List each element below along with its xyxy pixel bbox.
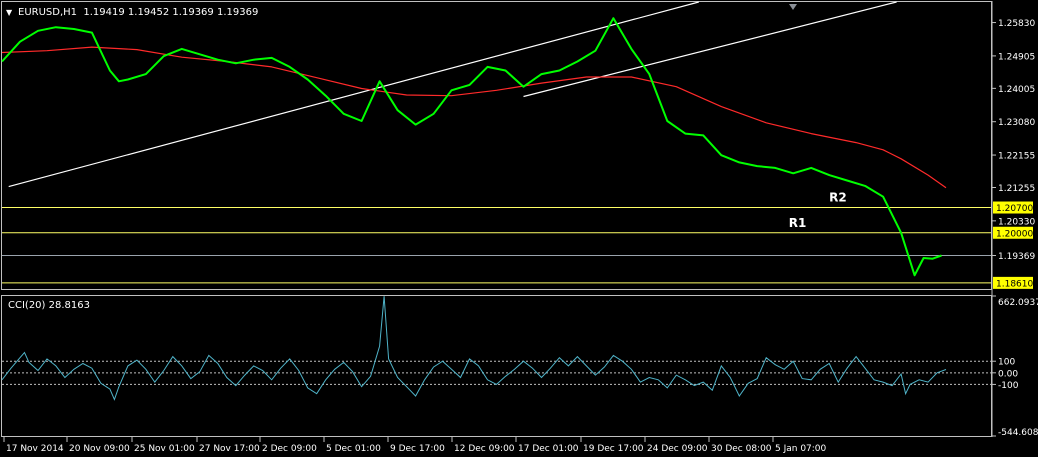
time-tick-label: 19 Dec 17:00 xyxy=(583,444,644,454)
time-tick-label: 25 Nov 01:00 xyxy=(134,444,195,454)
symbol-info: EURUSD,H1 1.19419 1.19452 1.19369 1.1936… xyxy=(18,7,258,18)
price-tick-label: 1.23080 xyxy=(998,118,1035,128)
price-tick-label: 1.24905 xyxy=(998,52,1035,62)
time-tick-label: 30 Dec 08:00 xyxy=(711,444,772,454)
price-tick-label: 1.24005 xyxy=(998,85,1035,95)
price-tick-label: 1.20330 xyxy=(998,217,1035,227)
cci-tick-label: 0.00 xyxy=(998,369,1018,379)
time-tick-label: 17 Dec 01:00 xyxy=(518,444,579,454)
time-tick-label: 24 Dec 09:00 xyxy=(647,444,708,454)
price-tick-label: 1.21255 xyxy=(998,184,1035,194)
symbol-menu-arrow-icon[interactable]: ▼ xyxy=(6,8,13,17)
level-price-tag-label: 1.20000 xyxy=(996,229,1033,239)
cci-tick-label: -544.6083 xyxy=(998,428,1038,438)
price-tick-label: 1.19369 xyxy=(998,252,1035,262)
price-tick-label: 1.25830 xyxy=(998,19,1035,29)
cci-title: CCI(20) 28.8163 xyxy=(8,300,90,311)
level-label-r2: R2 xyxy=(829,191,847,205)
time-tick-label: 27 Nov 17:00 xyxy=(199,444,260,454)
time-tick-label: 5 Dec 01:00 xyxy=(326,444,381,454)
cci-tick-label: 100 xyxy=(998,358,1015,368)
cci-tick-label: 662.0937 xyxy=(998,298,1038,308)
time-tick-label: 12 Dec 09:00 xyxy=(454,444,515,454)
time-tick-label: 2 Dec 09:00 xyxy=(262,444,317,454)
time-tick-label: 5 Jan 07:00 xyxy=(775,444,827,454)
time-tick-label: 20 Nov 09:00 xyxy=(69,444,130,454)
level-price-tag-label: 1.20700 xyxy=(996,204,1033,214)
time-tick-label: 17 Nov 2014 xyxy=(6,444,64,454)
time-tick-label: 9 Dec 17:00 xyxy=(390,444,445,454)
price-tick-label: 1.22155 xyxy=(998,152,1035,162)
level-label-r1: R1 xyxy=(789,216,807,230)
chart-area[interactable]: R2 R1 1.25830 1.24905 1.24005 1.23080 1.22155… xyxy=(0,0,1038,457)
cci-tick-label: -100 xyxy=(998,381,1019,391)
level-price-tag-label: 1.18610 xyxy=(996,279,1033,289)
